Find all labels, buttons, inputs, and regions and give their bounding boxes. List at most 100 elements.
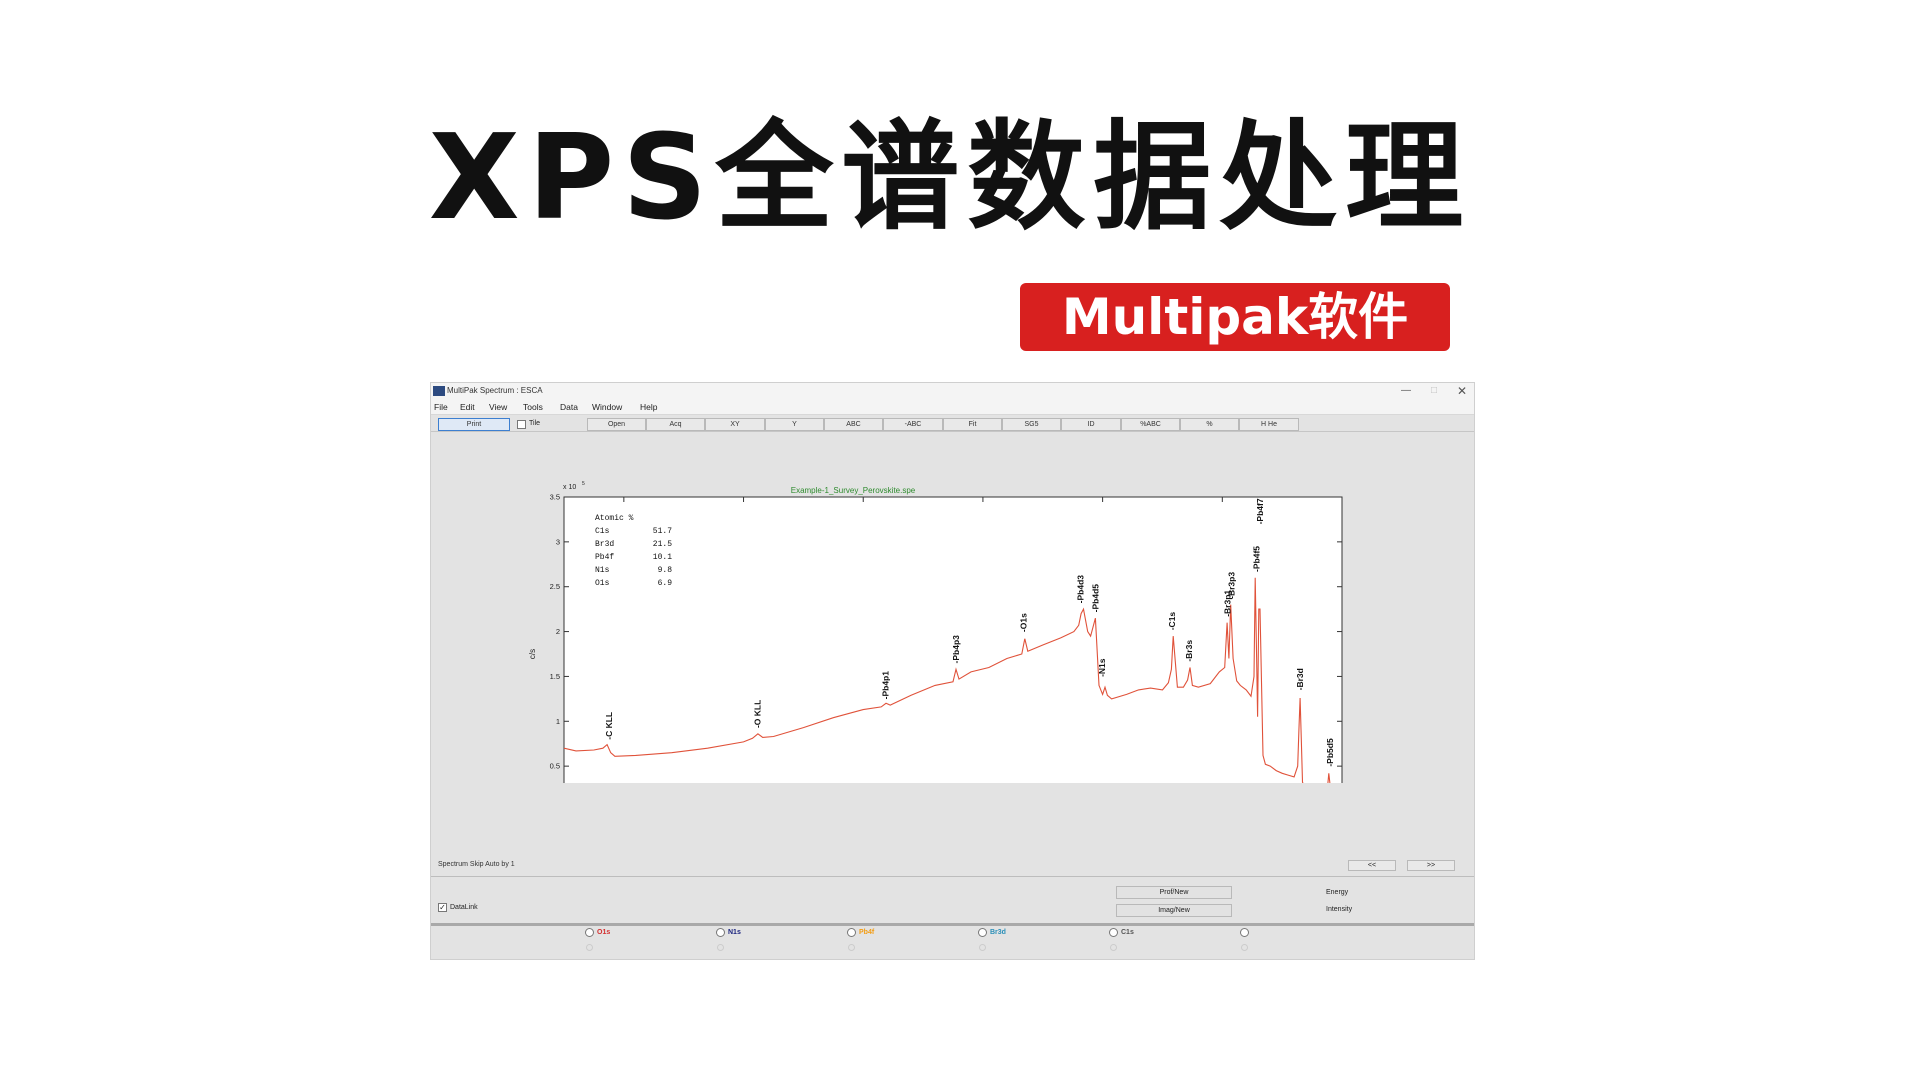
element-radio-secondary[interactable] xyxy=(1110,944,1117,951)
peak-label: -Pb4p1 xyxy=(880,671,890,700)
peak-label: -Pb4f5 xyxy=(1251,546,1261,572)
region-divider xyxy=(431,923,1474,926)
menu-view[interactable]: View xyxy=(489,402,507,412)
y-tick-label: 2.5 xyxy=(550,582,560,591)
element-radio[interactable] xyxy=(847,928,856,937)
y-multiplier-exponent: 5 xyxy=(582,481,585,487)
y-tick-label: 3 xyxy=(556,537,560,546)
y-tick-label: 0.5 xyxy=(550,762,560,771)
atomic-table-value: 10.1 xyxy=(653,553,672,562)
tile-label: Tile xyxy=(529,420,541,427)
atomic-table-value: 51.7 xyxy=(653,527,672,536)
previous-spectrum-button[interactable]: << xyxy=(1348,860,1396,871)
abc-button[interactable]: ABC xyxy=(824,418,883,431)
minimize-button[interactable]: — xyxy=(1396,384,1416,398)
element-radio-label: N1s xyxy=(728,929,741,936)
print-button[interactable]: Print xyxy=(438,418,510,431)
y-button[interactable]: Y xyxy=(765,418,824,431)
element-radio-secondary[interactable] xyxy=(979,944,986,951)
peak-label: -C1s xyxy=(1167,612,1177,631)
atomic-table-element: Pb4f xyxy=(595,553,614,562)
close-button[interactable]: ✕ xyxy=(1452,384,1472,398)
y-axis-label: c/s xyxy=(528,649,537,659)
peak-label: -Br3s xyxy=(1184,640,1194,662)
element-radio-secondary[interactable] xyxy=(1241,944,1248,951)
prof-new-button[interactable]: Prof/New xyxy=(1116,886,1232,899)
atomic-table-element: N1s xyxy=(595,566,610,575)
element-radio-secondary[interactable] xyxy=(717,944,724,951)
spectrum-skip-label: Spectrum Skip Auto by 1 xyxy=(438,861,515,868)
atomic-table-header: Atomic % xyxy=(595,514,634,523)
element-radio[interactable] xyxy=(1109,928,1118,937)
title-bar: MultiPak Spectrum : ESCA — □ ✕ xyxy=(431,383,1474,399)
subtitle-badge: Multipak软件 xyxy=(1020,283,1450,351)
y-tick-label: 2 xyxy=(556,627,560,636)
menu-help[interactable]: Help xyxy=(640,402,657,412)
atomic-table-value: 21.5 xyxy=(653,540,672,549)
panel-divider xyxy=(431,876,1474,877)
menu-file[interactable]: File xyxy=(434,402,448,412)
peak-label: -Pb5d5 xyxy=(1325,738,1335,767)
energy-label: Energy xyxy=(1326,889,1349,896)
peak-label: -C KLL xyxy=(604,712,614,740)
peak-label: -O1s xyxy=(1019,613,1029,632)
atomic-table-element: Br3d xyxy=(595,540,614,549)
maximize-button[interactable]: □ xyxy=(1424,384,1444,398)
menu-window[interactable]: Window xyxy=(592,402,622,412)
peak-label: -Pb4d5 xyxy=(1090,584,1100,613)
peak-label: -Pb4d3 xyxy=(1075,575,1085,604)
menu-data[interactable]: Data xyxy=(560,402,578,412)
menu-bar: File Edit View Tools Data Window Help xyxy=(431,399,1474,415)
id-button[interactable]: ID xyxy=(1061,418,1121,431)
h-he-button[interactable]: H He xyxy=(1239,418,1299,431)
xy-button[interactable]: XY xyxy=(705,418,765,431)
y-tick-label: 3.5 xyxy=(550,493,560,502)
peak-label: -Br3p3 xyxy=(1226,572,1236,599)
minus-abc-button[interactable]: -ABC xyxy=(883,418,943,431)
y-tick-label: 1 xyxy=(556,717,560,726)
toolbar: Print Tile Open Acq XY Y ABC -ABC Fit SG… xyxy=(431,416,1474,432)
element-radio-label: Br3d xyxy=(990,929,1006,936)
atomic-table-value: 6.9 xyxy=(658,579,673,588)
imag-new-button[interactable]: Imag/New xyxy=(1116,904,1232,917)
peak-label: -N1s xyxy=(1097,658,1107,677)
multipak-window: MultiPak Spectrum : ESCA — □ ✕ File Edit… xyxy=(430,382,1475,960)
peak-label: -Pb4p3 xyxy=(951,635,961,664)
datalink-label: DataLink xyxy=(450,904,478,911)
chart-title: Example-1_Survey_Perovskite.spe xyxy=(791,486,916,495)
element-radio[interactable] xyxy=(716,928,725,937)
window-title: MultiPak Spectrum : ESCA xyxy=(447,386,543,395)
fit-button[interactable]: Fit xyxy=(943,418,1002,431)
open-button[interactable]: Open xyxy=(587,418,646,431)
atomic-table-element: C1s xyxy=(595,527,610,536)
sg5-button[interactable]: SG5 xyxy=(1002,418,1061,431)
y-tick-label: 1.5 xyxy=(550,672,560,681)
element-radio[interactable] xyxy=(1240,928,1249,937)
survey-spectrum-chart[interactable]: Example-1_Survey_Perovskite.spe 12001000… xyxy=(431,433,1475,783)
element-radio-secondary[interactable] xyxy=(586,944,593,951)
percent-abc-button[interactable]: %ABC xyxy=(1121,418,1180,431)
element-radio-label: C1s xyxy=(1121,929,1134,936)
menu-edit[interactable]: Edit xyxy=(460,402,475,412)
atomic-table-element: O1s xyxy=(595,579,610,588)
element-radio-label: O1s xyxy=(597,929,611,936)
tile-checkbox[interactable] xyxy=(517,420,526,429)
headline-title: XPS全谱数据处理 xyxy=(428,108,1472,246)
app-icon xyxy=(433,386,445,396)
acq-button[interactable]: Acq xyxy=(646,418,705,431)
intensity-label: Intensity xyxy=(1326,906,1353,913)
peak-label: -O KLL xyxy=(752,700,762,728)
atomic-table-value: 9.8 xyxy=(658,566,673,575)
element-radio-label: Pb4f xyxy=(859,929,875,936)
next-spectrum-button[interactable]: >> xyxy=(1407,860,1455,871)
peak-label: -Br3d xyxy=(1295,668,1305,690)
datalink-checkbox[interactable]: ✓ xyxy=(438,903,447,912)
percent-button[interactable]: % xyxy=(1180,418,1239,431)
element-radio-secondary[interactable] xyxy=(848,944,855,951)
menu-tools[interactable]: Tools xyxy=(523,402,543,412)
y-multiplier-label: x 10 xyxy=(563,484,576,491)
plot-area: Example-1_Survey_Perovskite.spe 12001000… xyxy=(431,433,1474,783)
element-radio[interactable] xyxy=(585,928,594,937)
peak-label: -Pb4f7 xyxy=(1255,498,1265,524)
element-radio[interactable] xyxy=(978,928,987,937)
